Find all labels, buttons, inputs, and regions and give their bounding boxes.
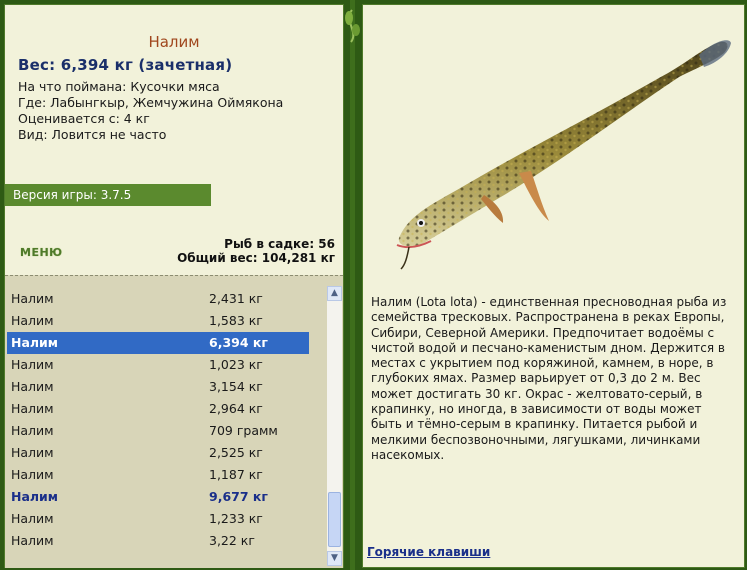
fish-weight-cell: 709 грамм bbox=[209, 423, 278, 438]
fish-weight-cell: 6,394 кг bbox=[209, 335, 268, 350]
fish-weight-cell: 2,964 кг bbox=[209, 401, 263, 416]
catch-list[interactable]: Налим 2,431 кг Налим 1,583 кг Налим 6,394 кг Н… bbox=[5, 275, 343, 568]
list-item[interactable]: Налим 1,583 кг bbox=[7, 310, 309, 332]
fish-weight-cell: 2,431 кг bbox=[209, 291, 263, 306]
fish-weight-cell: 1,187 кг bbox=[209, 467, 263, 482]
list-item[interactable]: Налим 6,394 кг bbox=[7, 332, 309, 354]
fish-info-panel: Налим Вес: 6,394 кг (зачетная) На что по… bbox=[4, 4, 344, 568]
version-bar: Версия игры: 3.7.5 bbox=[5, 184, 211, 206]
fish-name: Налим bbox=[11, 533, 54, 548]
arrow-down-icon[interactable]: ▼ bbox=[327, 551, 342, 566]
fish-description: Налим (Lota lota) - единственная преснов… bbox=[371, 295, 727, 462]
list-item[interactable]: Налим 2,964 кг bbox=[7, 398, 309, 420]
list-item[interactable]: Налим 9,677 кг bbox=[7, 486, 309, 508]
total-weight: Общий вес: 104,281 кг bbox=[177, 251, 335, 265]
place-info: Где: Лабынгкыр, Жемчужина Оймякона bbox=[18, 95, 284, 110]
menu-button[interactable]: МЕНЮ bbox=[20, 246, 63, 259]
fish-name: Налим bbox=[11, 313, 54, 328]
fish-name: Налим bbox=[11, 445, 54, 460]
fish-weight-cell: 1,233 кг bbox=[209, 511, 263, 526]
fish-title: Налим bbox=[148, 33, 200, 51]
list-item[interactable]: Налим 709 грамм bbox=[7, 420, 309, 442]
fish-name: Налим bbox=[11, 401, 54, 416]
hotkeys-link[interactable]: Горячие клавиши bbox=[367, 545, 490, 559]
fish-weight-cell: 3,154 кг bbox=[209, 379, 263, 394]
fish-weight-cell: 2,525 кг bbox=[209, 445, 263, 460]
list-item[interactable]: Налим 2,525 кг bbox=[7, 442, 309, 464]
list-item[interactable]: Налим 3,154 кг bbox=[7, 376, 309, 398]
fish-weight-cell: 1,023 кг bbox=[209, 357, 263, 372]
list-item[interactable]: Налим 3,22 кг bbox=[7, 530, 309, 552]
fish-name: Налим bbox=[11, 379, 54, 394]
fish-name: Налим bbox=[11, 357, 54, 372]
fish-weight-cell: 9,677 кг bbox=[209, 489, 268, 504]
list-item[interactable]: Налим 1,187 кг bbox=[7, 464, 309, 486]
fish-weight-cell: 1,583 кг bbox=[209, 313, 263, 328]
fish-name: Налим bbox=[11, 489, 59, 504]
fish-name: Налим bbox=[11, 467, 54, 482]
fish-name: Налим bbox=[11, 291, 54, 306]
fish-count: Рыб в садке: 56 bbox=[224, 237, 335, 251]
scrollbar[interactable]: ▲ ▼ bbox=[327, 286, 342, 566]
burbot-fish-image bbox=[396, 40, 731, 270]
fish-weight: Вес: 6,394 кг (зачетная) bbox=[18, 56, 233, 74]
fish-name: Налим bbox=[11, 423, 54, 438]
price-info: Оценивается с: 4 кг bbox=[18, 111, 150, 126]
vine-divider bbox=[345, 0, 360, 570]
fish-description-panel: Налим (Lota lota) - единственная преснов… bbox=[362, 4, 745, 568]
fish-weight-cell: 3,22 кг bbox=[209, 533, 255, 548]
kind-info: Вид: Ловится не часто bbox=[18, 127, 167, 142]
bait-info: На что поймана: Кусочки мяса bbox=[18, 79, 220, 94]
arrow-up-icon[interactable]: ▲ bbox=[327, 286, 342, 301]
list-item[interactable]: Налим 1,233 кг bbox=[7, 508, 309, 530]
list-item[interactable]: Налим 1,023 кг bbox=[7, 354, 309, 376]
fish-name: Налим bbox=[11, 335, 59, 350]
list-item[interactable]: Налим 2,431 кг bbox=[7, 288, 309, 310]
fish-name: Налим bbox=[11, 511, 54, 526]
scrollbar-thumb[interactable] bbox=[328, 492, 341, 547]
